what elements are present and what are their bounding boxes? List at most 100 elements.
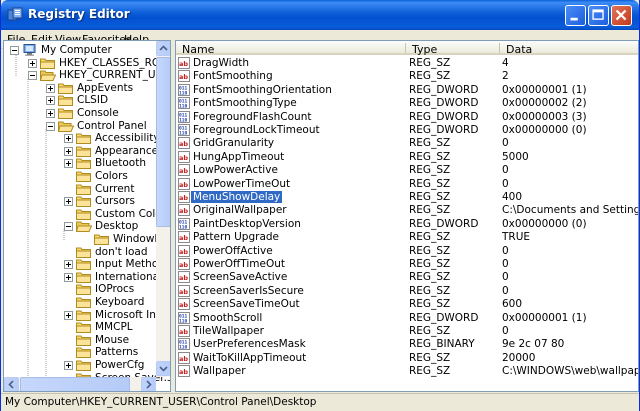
- value-name: LowPowerActive: [193, 164, 278, 177]
- value-type: REG_SZ: [409, 191, 451, 203]
- value-row[interactable]: ab ScreenSaveActive REG_SZ 0: [176, 271, 638, 284]
- value-row[interactable]: ab LowPowerTimeOut REG_SZ 0: [176, 177, 638, 191]
- expand-icon[interactable]: [64, 134, 73, 144]
- tree-node-label: Current: [95, 182, 135, 195]
- folder-icon: [76, 272, 91, 283]
- tree-node-label: My Computer: [41, 44, 112, 56]
- column-header-type[interactable]: Type: [406, 41, 500, 56]
- string-value-icon: ab: [178, 57, 190, 69]
- value-name: DragWidth: [193, 57, 250, 69]
- binary-value-icon: 011110: [178, 97, 190, 110]
- value-type: REG_SZ: [409, 57, 451, 69]
- svg-text:ab: ab: [179, 154, 188, 162]
- tree-horizontal-scrollbar[interactable]: [4, 377, 156, 391]
- value-type: REG_SZ: [409, 177, 451, 190]
- expand-icon[interactable]: [28, 58, 37, 68]
- value-name: TileWallpaper: [193, 325, 264, 337]
- maximize-button[interactable]: [588, 5, 609, 26]
- value-row[interactable]: ab FontSmoothing REG_SZ 2: [176, 70, 638, 83]
- expand-icon[interactable]: [64, 197, 73, 207]
- value-row[interactable]: ab HungAppTimeout REG_SZ 5000: [176, 150, 638, 164]
- tree-vertical-scrollbar[interactable]: [156, 41, 170, 377]
- arrow-left-icon: [8, 380, 14, 389]
- value-row[interactable]: 011 110 UserPreferencesMask REG_BINARY 9e 2c…: [176, 338, 638, 351]
- value-row[interactable]: ab DragWidth REG_SZ 4: [176, 57, 638, 70]
- column-header-data[interactable]: Data: [500, 41, 638, 56]
- value-row[interactable]: ab MenuShowDelay REG_SZ 400: [176, 191, 638, 204]
- scroll-thumb[interactable]: [156, 57, 170, 227]
- tree-node-label: Patterns: [95, 346, 139, 359]
- value-row[interactable]: ab LowPowerActive REG_SZ 0: [176, 164, 638, 177]
- scroll-left-button[interactable]: [4, 377, 19, 391]
- binary-value-icon: 011110: [178, 311, 190, 324]
- string-value-icon: ab: [178, 244, 190, 257]
- scroll-down-button[interactable]: [156, 361, 170, 376]
- expand-icon[interactable]: [64, 310, 73, 320]
- value-data: 0: [502, 244, 509, 257]
- expand-icon[interactable]: [64, 361, 73, 370]
- value-name: SmoothScroll: [193, 311, 263, 324]
- value-name: ForegroundFlashCount: [193, 110, 312, 123]
- close-button[interactable]: [611, 5, 632, 26]
- tree-node-label: CLSID: [77, 94, 109, 107]
- collapse-icon[interactable]: [28, 71, 37, 81]
- value-row[interactable]: ab TileWallpaper REG_SZ 0: [176, 325, 638, 338]
- value-row[interactable]: ab Pattern Upgrade REG_SZ TRUE: [176, 231, 638, 244]
- expand-icon[interactable]: [46, 96, 55, 106]
- expand-icon[interactable]: [64, 146, 73, 156]
- scroll-right-button[interactable]: [141, 377, 156, 391]
- column-header-name[interactable]: Name: [176, 41, 406, 56]
- value-row[interactable]: ab WaitToKillAppTimeout REG_SZ 20000: [176, 351, 638, 365]
- tree-node-label: Desktop: [95, 220, 139, 233]
- tree-node-label: MMCPL: [95, 321, 133, 334]
- value-type: REG_BINARY: [409, 338, 475, 351]
- collapse-icon[interactable]: [10, 46, 19, 55]
- values-list-pane[interactable]: Name Type Data ab DragWidth REG_SZ 4 ab FontS…: [175, 40, 639, 392]
- value-row[interactable]: ab Wallpaper REG_SZ C:\WINDOWS\web\wallpape…: [176, 365, 638, 378]
- binary-value-icon: 011110: [178, 338, 190, 351]
- collapse-icon[interactable]: [46, 121, 55, 131]
- string-value-icon: ab: [178, 150, 190, 163]
- registry-editor-window: Registry Editor File Edit View Favorites…: [0, 0, 640, 411]
- expand-icon[interactable]: [64, 260, 73, 270]
- value-type: REG_SZ: [409, 351, 451, 364]
- value-type: REG_SZ: [409, 204, 451, 217]
- value-row[interactable]: 011 110 ForegroundFlashCount REG_DWORD 0x000…: [176, 110, 638, 124]
- string-value-icon: ab: [178, 365, 190, 378]
- value-row[interactable]: 011 110 FontSmoothingType REG_DWORD 0x000000…: [176, 97, 638, 110]
- value-row[interactable]: ab GridGranularity REG_SZ 0: [176, 137, 638, 150]
- value-row[interactable]: 011 110 ForegroundLockTimeout REG_DWORD 0x00…: [176, 124, 638, 137]
- title-bar[interactable]: Registry Editor: [1, 0, 639, 30]
- value-row[interactable]: ab PowerOffActive REG_SZ 0: [176, 244, 638, 258]
- value-name: ForegroundLockTimeout: [193, 124, 320, 136]
- key-tree-pane[interactable]: My Computer HKEY_CLASSES_ROOT HKEY_CURRENT…: [3, 40, 171, 392]
- hscroll-thumb[interactable]: [20, 377, 130, 391]
- expand-icon[interactable]: [46, 83, 55, 93]
- binary-value-icon: 011110: [178, 217, 190, 230]
- value-row[interactable]: 011 110 PaintDesktopVersion REG_DWORD 0x0000…: [176, 217, 638, 231]
- svg-text:110: 110: [179, 224, 188, 230]
- value-row[interactable]: 011 110 SmoothScroll REG_DWORD 0x00000001 (1…: [176, 311, 638, 325]
- expand-icon[interactable]: [64, 272, 73, 282]
- value-row[interactable]: ab ScreenSaveTimeOut REG_SZ 600: [176, 298, 638, 311]
- value-row[interactable]: ab OriginalWallpaper REG_SZ C:\Documents an…: [176, 204, 638, 217]
- folder-icon: [76, 171, 91, 182]
- value-data: C:\WINDOWS\web\wallpaper\Bl: [502, 365, 638, 378]
- registry-editor-icon: [7, 7, 23, 21]
- binary-value-icon: 011110: [178, 83, 190, 96]
- value-row[interactable]: ab PowerOffTimeOut REG_SZ 0: [176, 258, 638, 271]
- string-value-icon: ab: [178, 325, 190, 337]
- value-type: REG_DWORD: [409, 97, 479, 110]
- minimize-button[interactable]: [565, 5, 586, 26]
- value-name: FontSmoothingType: [193, 97, 297, 110]
- value-row[interactable]: 011 110 FontSmoothingOrientation REG_DWORD 0…: [176, 83, 638, 97]
- value-name: Pattern Upgrade: [193, 231, 280, 244]
- collapse-icon[interactable]: [64, 222, 73, 232]
- value-type: REG_SZ: [409, 70, 451, 83]
- scroll-up-button[interactable]: [156, 41, 170, 56]
- value-row[interactable]: ab ScreenSaverIsSecure REG_SZ 0: [176, 284, 638, 298]
- expand-icon[interactable]: [64, 159, 73, 169]
- folder-icon: [58, 108, 73, 119]
- folder-icon: [94, 234, 109, 245]
- expand-icon[interactable]: [46, 109, 55, 118]
